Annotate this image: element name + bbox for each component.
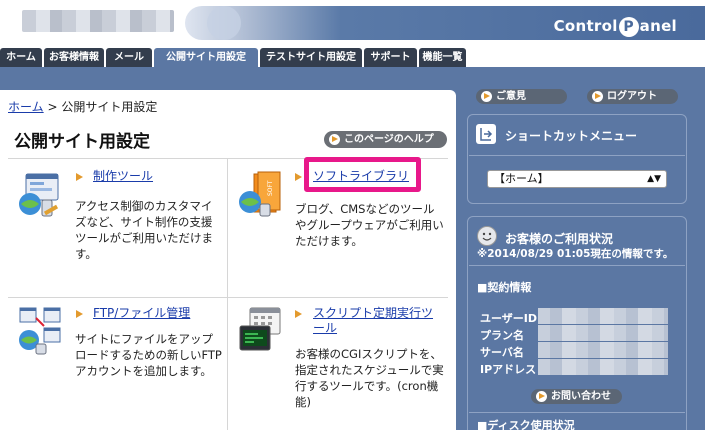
redacted-value <box>538 325 668 341</box>
redacted-value <box>538 308 668 324</box>
redacted-value <box>538 359 668 375</box>
brand-logo: Control Panel <box>553 17 677 37</box>
label-ip-address: IPアドレス <box>480 363 537 376</box>
breadcrumb-home-link[interactable]: ホーム <box>8 100 44 114</box>
tool-desc-software-library: ブログ、CMSなどのツールやグループウェアがご利用いただけます。 <box>295 202 444 248</box>
usage-status-title: お客様のご利用状況 <box>505 232 614 246</box>
grid-divider <box>8 297 448 298</box>
panel-divider <box>469 265 685 266</box>
header-bar: Control Panel <box>185 6 705 40</box>
label-server-name: サーバ名 <box>480 346 524 359</box>
arrow-icon <box>481 91 492 102</box>
page-title: 公開サイト用設定 <box>14 132 150 152</box>
arrow-icon <box>295 310 302 318</box>
company-logo-redacted <box>22 10 174 32</box>
highlight-box <box>304 157 421 192</box>
header: Control Panel <box>0 0 705 40</box>
smiley-icon <box>477 226 497 246</box>
panel-divider <box>469 412 685 413</box>
shortcut-select[interactable]: 【ホーム】 ▲▼ <box>487 170 667 188</box>
contact-button[interactable]: お問い合わせ <box>531 389 622 404</box>
feedback-button[interactable]: ご意見 <box>476 89 567 104</box>
tool-link-production[interactable]: 制作ツール <box>93 169 153 184</box>
header-decoration <box>207 6 241 40</box>
tab-mail[interactable]: メール <box>106 48 152 68</box>
main-tabs: ホーム お客様情報 メール 公開サイト用設定 テストサイト用設定 サポート 機能… <box>0 48 705 70</box>
tab-customer-info[interactable]: お客様情報 <box>44 48 104 68</box>
tab-feature-list[interactable]: 機能一覧 <box>419 48 466 68</box>
label-user-id: ユーザーID <box>480 312 538 325</box>
arrow-icon <box>76 310 83 318</box>
arrow-icon <box>536 391 547 402</box>
ftp-file-management-icon <box>16 306 64 360</box>
usage-status-timestamp: ※2014/08/29 01:05現在の情報です。 <box>477 248 674 260</box>
label-plan-name: プラン名 <box>480 329 524 342</box>
arrow-icon <box>592 91 603 102</box>
arrow-icon <box>76 173 83 181</box>
arrow-icon <box>295 173 302 181</box>
shortcut-menu-title: ショートカットメニュー <box>505 129 638 143</box>
disk-usage-heading: ■ディスク使用状況 <box>477 419 575 430</box>
grid-divider <box>227 158 228 430</box>
select-arrows-icon: ▲▼ <box>647 174 661 184</box>
breadcrumb: ホーム > 公開サイト用設定 <box>8 100 158 114</box>
scheduled-script-icon <box>236 306 286 360</box>
tab-home[interactable]: ホーム <box>0 48 42 68</box>
redacted-value <box>538 342 668 358</box>
page-help-button[interactable]: このページのヘルプ <box>324 131 447 148</box>
tab-test-site-settings[interactable]: テストサイト用設定 <box>260 48 362 68</box>
contract-info-heading: ■契約情報 <box>477 281 532 294</box>
breadcrumb-current: 公開サイト用設定 <box>61 100 158 114</box>
tool-desc-ftp: サイトにファイルをアップロードするための新しいFTPアカウントを追加します。 <box>75 332 222 378</box>
tool-link-cron[interactable]: スクリプト定期実行ツール <box>313 306 438 336</box>
svg-text:SOFT: SOFT <box>267 180 274 196</box>
production-tools-icon <box>16 172 64 224</box>
logout-button[interactable]: ログアウト <box>587 89 678 104</box>
tool-desc-production: アクセス制御のカスタマイズなど、サイト制作の支援ツールがご利用いただけます。 <box>75 199 213 261</box>
shortcut-icon <box>476 124 496 144</box>
panel-divider <box>469 155 685 156</box>
tab-support[interactable]: サポート <box>364 48 417 68</box>
arrow-icon <box>329 134 340 145</box>
tool-link-ftp[interactable]: FTP/ファイル管理 <box>93 306 190 321</box>
tool-desc-cron: お客様のCGIスクリプトを、指定されたスケジュールで実行するツールです。(cro… <box>295 347 444 409</box>
software-library-icon: SOFT <box>236 170 286 224</box>
